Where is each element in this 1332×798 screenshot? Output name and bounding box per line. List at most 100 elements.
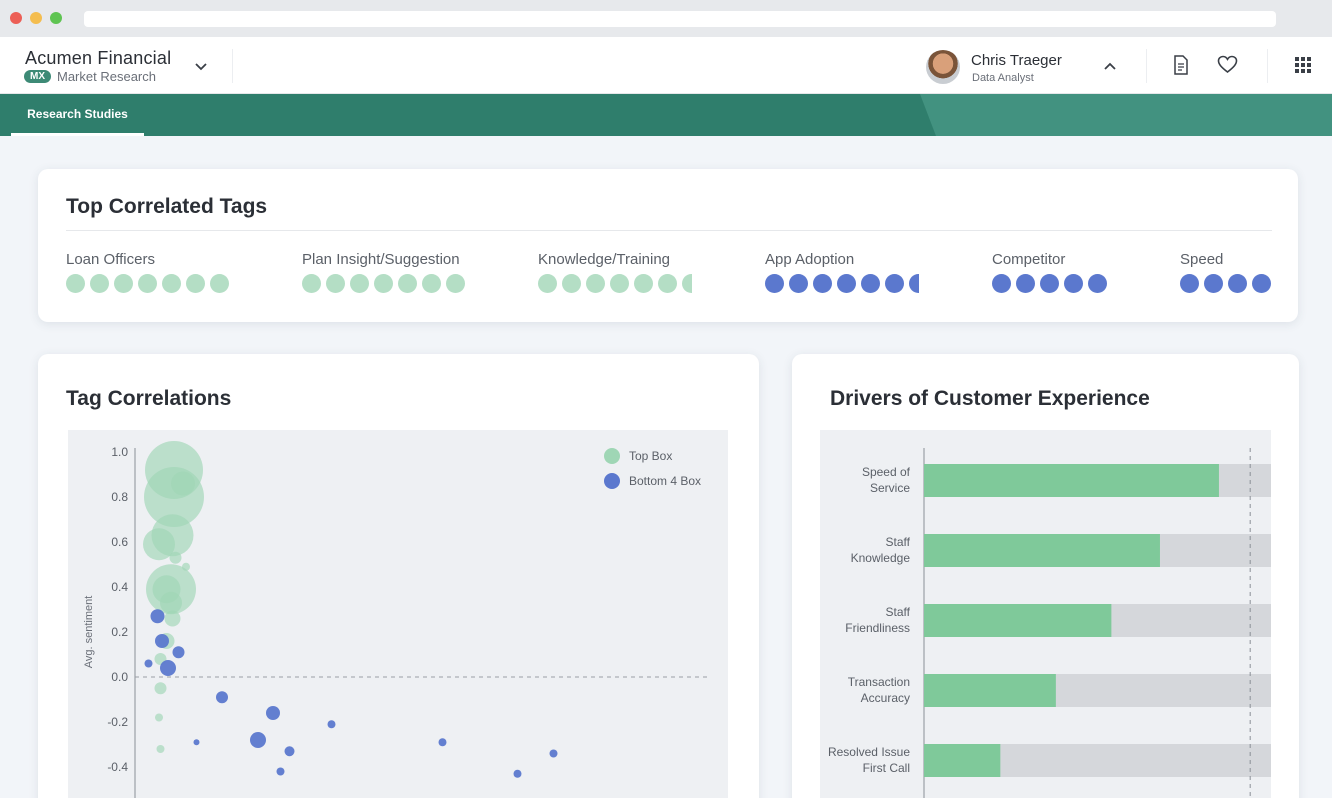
tag-correlations-card: Tag Correlations 1.0 0.8 0.6 0.4 0.2 0.0 -0.2 -… [38, 354, 759, 798]
divider [1146, 49, 1147, 83]
bottom-box-point [172, 646, 185, 659]
heart-icon[interactable] [1217, 55, 1238, 79]
plot-area: 1.0 0.8 0.6 0.4 0.2 0.0 -0.2 -0.4 Avg. sentiment… [68, 430, 728, 798]
tag-plan-insight[interactable]: Plan Insight/Suggestion [302, 251, 468, 293]
minimize-window-button[interactable] [30, 12, 42, 24]
tag-app-adoption[interactable]: App Adoption [765, 251, 919, 293]
bottom-box-point [276, 767, 285, 776]
bottom-box-point [160, 660, 176, 676]
category-label: Speed of [862, 465, 911, 479]
y-tick-label: 0.6 [111, 535, 128, 549]
bottom-box-point [144, 659, 153, 668]
top-box-point [169, 551, 182, 564]
plot-area: Speed of Service Staff Knowledge Staff Friend… [820, 430, 1271, 798]
tag-label: Knowledge/Training [538, 251, 671, 268]
bar [924, 534, 1160, 567]
card-title: Tag Correlations [66, 387, 232, 410]
tag-strength-dots [765, 274, 919, 293]
chevron-down-icon[interactable] [194, 59, 208, 77]
top-correlated-tags-card: Top Correlated Tags Loan Officers Plan I… [38, 169, 1298, 322]
avatar[interactable] [926, 50, 960, 84]
category-label: Service [870, 481, 910, 495]
document-icon[interactable] [1173, 55, 1189, 80]
company-name: Acumen Financial [25, 48, 172, 68]
card-title: Top Correlated Tags [66, 195, 268, 218]
bottom-box-point [438, 738, 447, 747]
bar [924, 604, 1112, 637]
tag-strength-dots [538, 274, 692, 293]
category-label: First Call [863, 761, 910, 775]
bar [924, 744, 1001, 777]
chevron-up-icon[interactable] [1103, 58, 1117, 76]
category-label: Staff [886, 535, 911, 549]
tag-label: Speed [1180, 251, 1224, 268]
tag-label: Plan Insight/Suggestion [302, 251, 460, 268]
browser-chrome [0, 0, 1332, 37]
y-tick-label: 1.0 [111, 445, 128, 459]
chart-legend: Top Box Bottom 4 Box [604, 448, 701, 489]
category-label: Transaction [848, 675, 910, 689]
user-name: Chris Traeger [971, 52, 1062, 69]
tag-competitor[interactable]: Competitor [992, 251, 1112, 293]
bottom-box-point [216, 691, 228, 704]
tag-knowledge-training[interactable]: Knowledge/Training [538, 251, 692, 293]
close-window-button[interactable] [10, 12, 22, 24]
tag-speed[interactable]: Speed [1180, 251, 1275, 293]
nav-decoration [920, 94, 1332, 136]
y-tick-label: -0.2 [107, 715, 128, 729]
tag-strength-dots [66, 274, 232, 293]
divider [1267, 49, 1268, 83]
tag-loan-officers[interactable]: Loan Officers [66, 251, 232, 293]
tag-label: Competitor [992, 251, 1066, 268]
legend-label-bottom-box: Bottom 4 Box [629, 474, 701, 488]
top-box-point [155, 713, 163, 722]
bottom-box-point [250, 732, 266, 748]
divider [66, 230, 1272, 231]
user-role: Data Analyst [972, 72, 1034, 84]
divider [232, 49, 233, 83]
top-box-point [154, 682, 167, 695]
app-header: Acumen Financial MX Market Research Chri… [0, 37, 1332, 94]
bottom-box-point [266, 706, 280, 720]
legend-swatch-top-box [604, 448, 620, 464]
scatter-plot: 1.0 0.8 0.6 0.4 0.2 0.0 -0.2 -0.4 Avg. sentiment… [83, 441, 708, 798]
y-tick-label: -0.4 [107, 760, 128, 774]
bottom-box-point [327, 720, 336, 729]
category-label: Staff [886, 605, 911, 619]
bottom-box-point [193, 739, 200, 746]
bottom-box-point [284, 746, 295, 757]
drivers-card: Drivers of Customer Experience Speed of S… [792, 354, 1299, 798]
legend-swatch-bottom-box [604, 473, 620, 489]
tag-label: Loan Officers [66, 251, 155, 268]
top-box-point [156, 745, 165, 753]
nav-bar: Research Studies [0, 94, 1332, 136]
y-axis-label: Avg. sentiment [83, 596, 95, 669]
bar [924, 464, 1219, 497]
legend-label-top-box: Top Box [629, 449, 672, 463]
top-box-point [164, 610, 181, 627]
tab-research-studies[interactable]: Research Studies [11, 94, 144, 136]
bar-chart: Speed of Service Staff Knowledge Staff Friend… [828, 448, 1271, 798]
y-tick-label: 0.8 [111, 490, 128, 504]
category-label: Accuracy [861, 691, 910, 705]
apps-grid-icon[interactable] [1295, 57, 1311, 78]
workspace-name: Market Research [57, 69, 156, 84]
category-label: Knowledge [851, 551, 911, 565]
bottom-box-point [549, 749, 558, 758]
maximize-window-button[interactable] [50, 12, 62, 24]
tag-strength-dots [992, 274, 1112, 293]
top-box-point [171, 471, 195, 496]
category-label: Friendliness [845, 621, 910, 635]
y-tick-label: 0.4 [111, 580, 128, 594]
y-tick-label: 0.0 [111, 670, 128, 684]
tag-strength-dots [302, 274, 468, 293]
top-box-point [160, 591, 182, 614]
tag-label: App Adoption [765, 251, 855, 268]
address-bar[interactable] [84, 11, 1276, 27]
bottom-box-point [150, 609, 165, 624]
y-tick-label: 0.2 [111, 625, 128, 639]
tag-strength-dots [1180, 274, 1275, 293]
bottom-box-point [155, 634, 169, 648]
bottom-box-point [513, 769, 522, 778]
workspace-label: MX Market Research [24, 69, 156, 84]
